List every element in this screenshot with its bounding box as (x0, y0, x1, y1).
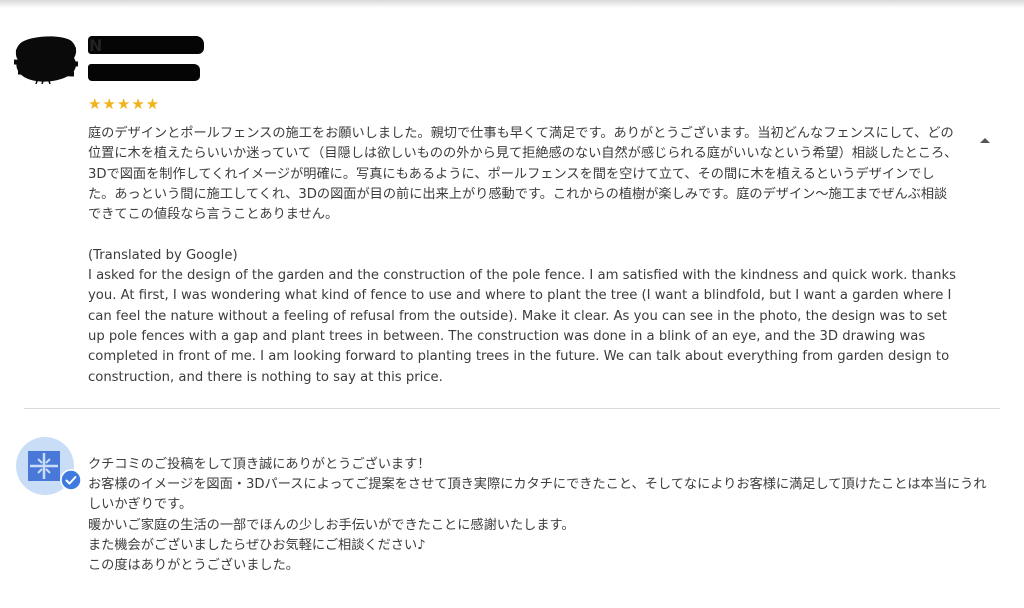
reviewer-name-redacted[interactable] (88, 36, 204, 54)
translated-label: (Translated by Google) (88, 247, 238, 263)
verified-check-icon (60, 469, 82, 491)
owner-response-line: この度はありがとうございました。 (88, 558, 299, 574)
reviewer-avatar[interactable] (14, 34, 78, 84)
divider (24, 408, 1000, 409)
reviewer-info-redacted (88, 64, 200, 81)
top-shadow (0, 0, 1024, 8)
review-body: 庭のデザインとポールフェンスの施工をお願いしました。親切で仕事も早くて満足です。… (88, 124, 960, 388)
chevron-up-icon[interactable] (978, 135, 992, 145)
owner-response-line: 暖かいご家庭の生活の一部でほんの少しお手伝いができたことに感謝いたします。 (88, 517, 575, 533)
owner-response: クチコミのご投稿をして頂き誠にありがとうございます！ お客様のイメージを図面・3… (88, 455, 988, 576)
reviewer-name-initial: N (89, 36, 103, 55)
review-translated-text: I asked for the design of the garden and… (88, 268, 961, 385)
review-original-text: 庭のデザインとポールフェンスの施工をお願いしました。親切で仕事も早くて満足です。… (88, 126, 958, 223)
owner-avatar[interactable] (16, 437, 82, 495)
owner-response-line: また機会がございましたらぜひお気軽にご相談ください♪ (88, 537, 426, 553)
owner-response-line: お客様のイメージを図面・3Dパースによってご提案をさせて頂き実際にカタチにできた… (88, 477, 987, 513)
owner-response-line: クチコミのご投稿をして頂き誠にありがとうございます！ (88, 457, 431, 472)
star-rating: ★★★★★ (88, 95, 161, 113)
